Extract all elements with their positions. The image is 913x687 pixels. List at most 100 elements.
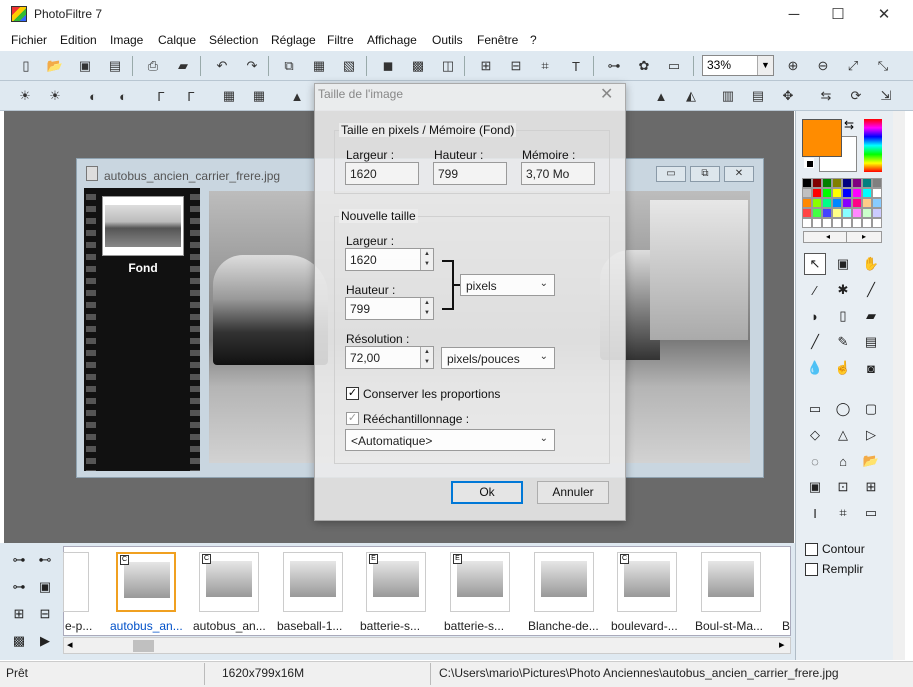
menu-fichier[interactable]: Fichier <box>11 33 47 47</box>
thumbnail[interactable]: C <box>116 552 176 612</box>
palette-swatch[interactable] <box>822 218 832 228</box>
text-select-icon[interactable]: I <box>804 502 826 524</box>
lasso-icon[interactable]: ◌ <box>804 450 826 472</box>
color-palette[interactable] <box>802 178 882 228</box>
gradient-icon[interactable]: ▤ <box>747 85 769 107</box>
checker-icon[interactable]: ▩ <box>8 630 30 652</box>
scan-icon[interactable]: ▰ <box>172 55 194 77</box>
reset-colors-icon[interactable] <box>804 158 814 168</box>
menu-image[interactable]: Image <box>110 33 143 47</box>
paste-new-icon[interactable]: ▧ <box>338 55 360 77</box>
zoom-out-icon[interactable]: ⊖ <box>812 55 834 77</box>
scroll-right-icon[interactable]: ▸ <box>779 638 785 651</box>
open-shape-icon[interactable]: 📂 <box>860 450 882 472</box>
palette-swatch[interactable] <box>852 198 862 208</box>
resolution-unit-select[interactable]: pixels/pouces ⌄ <box>441 347 555 369</box>
folder-view-icon[interactable]: ⊶ <box>8 576 30 598</box>
palette-swatch[interactable] <box>872 208 882 218</box>
resample-mode-select[interactable]: <Automatique> ⌄ <box>345 429 555 451</box>
select-fit-icon[interactable]: ⊡ <box>832 476 854 498</box>
menu-selection[interactable]: Sélection <box>209 33 258 47</box>
explorer-icon[interactable]: ⊶ <box>603 55 625 77</box>
rectangle-select-icon[interactable]: ▭ <box>804 398 826 420</box>
undo-icon[interactable]: ↶ <box>211 55 233 77</box>
palette-swatch[interactable] <box>872 188 882 198</box>
list-view-icon[interactable]: ⊟ <box>34 603 56 625</box>
eraser-icon[interactable]: ▰ <box>860 305 882 327</box>
swap-colors-icon[interactable]: ⇆ <box>844 118 854 132</box>
tree-view-icon[interactable]: ⊶ <box>8 549 30 571</box>
menu-edition[interactable]: Edition <box>60 33 97 47</box>
crop-select-icon[interactable]: ⌗ <box>832 502 854 524</box>
resample-checkbox[interactable]: ✓ <box>346 412 359 425</box>
thumbnail[interactable] <box>701 552 761 612</box>
palette-swatch[interactable] <box>822 188 832 198</box>
brush-icon[interactable]: ╱ <box>804 331 826 353</box>
palette-swatch[interactable] <box>832 188 842 198</box>
picture-tool-icon[interactable]: ▣ <box>832 253 854 275</box>
thumbnail[interactable]: C <box>199 552 259 612</box>
height-spinner[interactable]: ▲ ▼ <box>420 298 433 319</box>
palette-swatch[interactable] <box>862 188 872 198</box>
line-tool-icon[interactable]: ╱ <box>860 279 882 301</box>
clone-icon[interactable]: ◙ <box>860 357 882 379</box>
keep-proportions-checkbox[interactable]: ✓ <box>346 387 359 400</box>
thumbnail[interactable] <box>534 552 594 612</box>
zoom-in-icon[interactable]: ⊕ <box>782 55 804 77</box>
thumbnail[interactable] <box>283 552 343 612</box>
pointer-tool-icon[interactable]: ↖ <box>804 253 826 275</box>
palette-swatch[interactable] <box>832 208 842 218</box>
advanced-brush-icon[interactable]: ✎ <box>832 331 854 353</box>
rounded-rect-select-icon[interactable]: ▢ <box>860 398 882 420</box>
menu-calque[interactable]: Calque <box>158 33 196 47</box>
window-select-icon[interactable]: ▭ <box>860 502 882 524</box>
saturation-plus-icon[interactable]: ▦ <box>248 85 270 107</box>
palette-swatch[interactable] <box>842 208 852 218</box>
window-icon[interactable]: ▭ <box>663 55 685 77</box>
saturation-minus-icon[interactable]: ▦ <box>218 85 240 107</box>
palette-next-icon[interactable]: ▸ <box>846 231 882 243</box>
blur-drop-icon[interactable]: 💧 <box>804 357 826 379</box>
outline-checkbox[interactable] <box>805 543 818 556</box>
dialog-close-icon[interactable]: ✕ <box>600 84 613 104</box>
menu-outils[interactable]: Outils <box>432 33 463 47</box>
palette-swatch[interactable] <box>802 188 812 198</box>
palette-swatch[interactable] <box>852 218 862 228</box>
thumbnail[interactable]: C <box>617 552 677 612</box>
scroll-left-icon[interactable]: ◂ <box>67 638 73 651</box>
image-close-button[interactable]: ✕ <box>724 166 754 182</box>
contrast-plus-icon[interactable]: ◐ <box>112 85 134 107</box>
actual-size-icon[interactable]: ⤡ <box>872 55 894 77</box>
spray-icon[interactable]: ▯ <box>832 305 854 327</box>
palette-swatch[interactable] <box>842 198 852 208</box>
palette-swatch[interactable] <box>852 188 862 198</box>
save-icon[interactable]: ▣ <box>74 55 96 77</box>
eyedropper-icon[interactable]: ⁄ <box>804 279 826 301</box>
levels-icon[interactable]: ▲ <box>286 85 308 107</box>
horizontal-scrollbar[interactable] <box>63 637 791 654</box>
sharpen-more-icon[interactable]: ◭ <box>680 85 702 107</box>
flip-icon[interactable]: ⇆ <box>815 85 837 107</box>
brightness-plus-icon[interactable]: ☀ <box>44 85 66 107</box>
palette-swatch[interactable] <box>832 178 842 188</box>
palette-swatch[interactable] <box>832 218 842 228</box>
menu-filtre[interactable]: Filtre <box>327 33 354 47</box>
thumbnail[interactable]: E <box>450 552 510 612</box>
transform-icon[interactable]: ✥ <box>777 85 799 107</box>
canvas-size-icon[interactable]: ⊟ <box>505 55 527 77</box>
play-icon[interactable]: ▶ <box>34 630 56 652</box>
palette-swatch[interactable] <box>812 208 822 218</box>
close-button[interactable]: ✕ <box>861 0 907 30</box>
palette-swatch[interactable] <box>822 178 832 188</box>
palette-swatch[interactable] <box>842 218 852 228</box>
save-all-icon[interactable]: ▤ <box>104 55 126 77</box>
palette-swatch[interactable] <box>842 188 852 198</box>
fill-bucket-icon[interactable]: ◗ <box>804 305 826 327</box>
palette-swatch[interactable] <box>812 178 822 188</box>
brightness-minus-icon[interactable]: ☀ <box>14 85 36 107</box>
chevron-down-icon[interactable]: ▼ <box>757 56 773 75</box>
select-all-icon[interactable]: ▣ <box>804 476 826 498</box>
resolution-spinner[interactable]: ▲ ▼ <box>420 347 433 368</box>
open-folder-icon[interactable]: 📂 <box>44 55 66 77</box>
redo-icon[interactable]: ↷ <box>241 55 263 77</box>
